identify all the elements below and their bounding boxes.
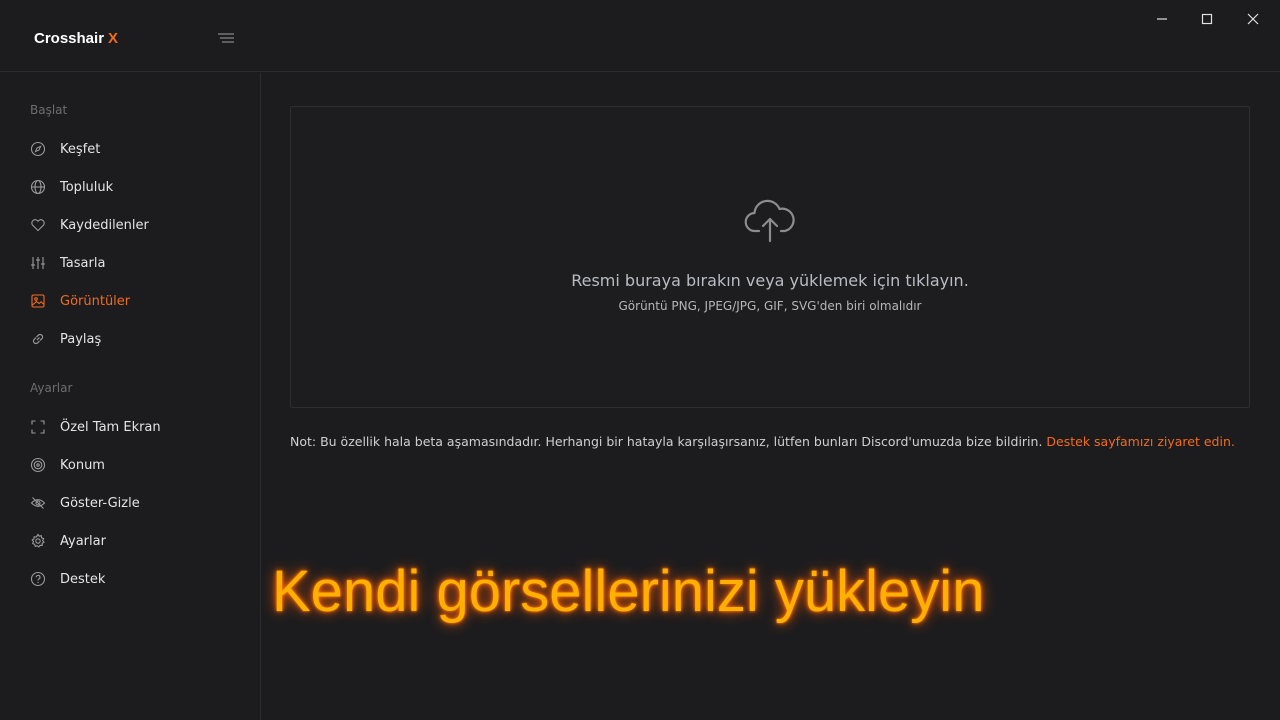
sidebar-item-label: Ayarlar bbox=[60, 533, 106, 549]
close-button[interactable] bbox=[1241, 8, 1265, 30]
dropzone-title: Resmi buraya bırakın veya yüklemek için … bbox=[571, 271, 969, 290]
app-logo: Crosshair X bbox=[34, 30, 118, 47]
sidebar-item-community[interactable]: Topluluk bbox=[30, 173, 240, 201]
fullscreen-icon bbox=[30, 419, 46, 435]
menu-icon[interactable] bbox=[216, 30, 236, 46]
maximize-button[interactable] bbox=[1195, 8, 1219, 30]
image-dropzone[interactable]: Resmi buraya bırakın veya yüklemek için … bbox=[290, 106, 1250, 408]
app-window: Crosshair X Başlat Keşfet Topluluk Kayded… bbox=[0, 0, 1280, 720]
sidebar-item-custom-fullscreen[interactable]: Özel Tam Ekran bbox=[30, 413, 240, 441]
target-icon bbox=[30, 457, 46, 473]
sidebar-item-support[interactable]: Destek bbox=[30, 565, 240, 593]
support-page-link[interactable]: Destek sayfamızı ziyaret edin. bbox=[1046, 434, 1234, 449]
sidebar-item-saved[interactable]: Kaydedilenler bbox=[30, 211, 240, 239]
beta-note: Not: Bu özellik hala beta aşamasındadır.… bbox=[290, 434, 1250, 449]
sidebar-item-label: Topluluk bbox=[60, 179, 114, 195]
cloud-upload-icon bbox=[743, 199, 797, 243]
sidebar-item-label: Tasarla bbox=[60, 255, 106, 271]
sidebar-item-share[interactable]: Paylaş bbox=[30, 325, 240, 353]
sidebar-item-label: Görüntüler bbox=[60, 293, 131, 309]
sidebar-item-settings[interactable]: Ayarlar bbox=[30, 527, 240, 555]
sidebar-item-design[interactable]: Tasarla bbox=[30, 249, 240, 277]
dropzone-subtitle: Görüntü PNG, JPEG/JPG, GIF, SVG'den biri… bbox=[618, 299, 922, 313]
title-bar: Crosshair X bbox=[0, 0, 1280, 72]
brand-accent: X bbox=[108, 30, 119, 47]
help-icon bbox=[30, 571, 46, 587]
section-label-settings: Ayarlar bbox=[30, 381, 73, 395]
sidebar-item-images[interactable]: Görüntüler bbox=[30, 287, 240, 315]
overlay-caption: Kendi görsellerinizi yükleyin bbox=[272, 559, 985, 624]
minimize-button[interactable] bbox=[1150, 8, 1174, 30]
sidebar: Başlat Keşfet Topluluk Kaydedilenler Tas… bbox=[0, 73, 261, 720]
sidebar-item-position[interactable]: Konum bbox=[30, 451, 240, 479]
sidebar-item-label: Özel Tam Ekran bbox=[60, 419, 161, 435]
image-icon bbox=[30, 293, 46, 309]
sidebar-item-discover[interactable]: Keşfet bbox=[30, 135, 240, 163]
sidebar-item-label: Konum bbox=[60, 457, 105, 473]
beta-note-text: Not: Bu özellik hala beta aşamasındadır.… bbox=[290, 434, 1047, 449]
gear-icon bbox=[30, 533, 46, 549]
sidebar-item-label: Göster-Gizle bbox=[60, 495, 140, 511]
globe-icon bbox=[30, 179, 46, 195]
link-icon bbox=[30, 331, 46, 347]
brand-name: Crosshair bbox=[34, 30, 105, 47]
eye-off-icon bbox=[30, 495, 46, 511]
compass-icon bbox=[30, 141, 46, 157]
sidebar-item-label: Kaydedilenler bbox=[60, 217, 149, 233]
sliders-icon bbox=[30, 255, 46, 271]
sidebar-item-label: Keşfet bbox=[60, 141, 101, 157]
sidebar-item-label: Paylaş bbox=[60, 331, 102, 347]
sidebar-item-label: Destek bbox=[60, 571, 106, 587]
section-label-start: Başlat bbox=[30, 103, 68, 117]
sidebar-item-show-hide[interactable]: Göster-Gizle bbox=[30, 489, 240, 517]
heart-icon bbox=[30, 217, 46, 233]
